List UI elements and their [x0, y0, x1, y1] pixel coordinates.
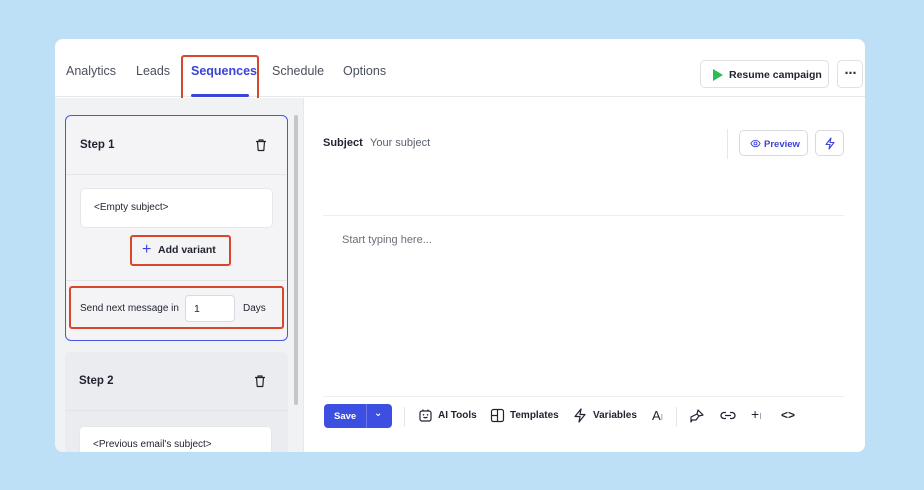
step-title: Step 1: [80, 139, 115, 151]
trash-icon[interactable]: [253, 374, 267, 388]
tab-bar: Analytics Leads Sequences Schedule Optio…: [55, 39, 865, 101]
tab-analytics[interactable]: Analytics: [66, 64, 116, 78]
tab-options[interactable]: Options: [343, 64, 386, 78]
editor-toolbar: Save ⌄ AI Tools Templates Variables A⁝ +…: [323, 396, 844, 452]
variant-subject[interactable]: <Previous email's subject>: [79, 426, 272, 452]
variables-icon[interactable]: [573, 408, 587, 423]
save-label: Save: [334, 411, 357, 422]
steps-scrollbar[interactable]: [294, 115, 298, 405]
tab-schedule[interactable]: Schedule: [272, 64, 324, 78]
bolt-icon: [825, 137, 835, 150]
lightning-button[interactable]: [815, 130, 844, 156]
more-options-button[interactable]: ⋯: [837, 60, 863, 88]
resume-campaign-label: Resume campaign: [729, 69, 822, 81]
divider: [65, 410, 288, 411]
ai-tools-button[interactable]: AI Tools: [438, 410, 477, 421]
email-body-input[interactable]: Start typing here...: [342, 234, 432, 246]
templates-button[interactable]: Templates: [510, 410, 559, 421]
highlight-sequences-tab: [181, 55, 259, 101]
campaign-card: Analytics Leads Sequences Schedule Optio…: [55, 39, 865, 452]
more-icon: ⋯: [844, 66, 857, 80]
font-size-icon[interactable]: A⁝: [652, 408, 663, 423]
ai-tools-icon[interactable]: [418, 408, 433, 423]
email-editor: Subject Your subject Preview Start typin…: [303, 98, 865, 452]
divider: [323, 215, 844, 216]
divider: [676, 407, 677, 426]
divider: [727, 129, 728, 159]
trash-icon[interactable]: [254, 138, 268, 152]
tab-leads[interactable]: Leads: [136, 64, 170, 78]
insert-icon[interactable]: +⁝: [751, 406, 762, 422]
eye-icon: [750, 139, 761, 148]
preview-button[interactable]: Preview: [739, 130, 808, 156]
resume-campaign-button[interactable]: Resume campaign: [700, 60, 829, 88]
highlight-add-variant: [130, 235, 231, 266]
subject-label: Subject: [323, 137, 363, 149]
step-title: Step 2: [79, 375, 114, 387]
templates-icon[interactable]: [490, 408, 505, 423]
variables-button[interactable]: Variables: [593, 410, 637, 421]
divider: [66, 280, 286, 281]
link-icon[interactable]: [720, 410, 736, 421]
code-icon[interactable]: <>: [781, 408, 795, 422]
step-card-1[interactable]: Step 1 <Empty subject> + Add variant Sen…: [65, 115, 288, 341]
brush-icon[interactable]: [689, 408, 705, 424]
highlight-send-next: [69, 286, 284, 329]
save-button[interactable]: Save ⌄: [324, 404, 392, 428]
preview-label: Preview: [764, 139, 800, 150]
chevron-down-icon[interactable]: ⌄: [374, 408, 382, 419]
divider: [366, 404, 367, 428]
divider: [404, 407, 405, 426]
steps-panel: Step 1 <Empty subject> + Add variant Sen…: [55, 98, 303, 452]
subject-input[interactable]: Your subject: [370, 137, 430, 149]
play-icon: [713, 69, 723, 81]
step-card-2[interactable]: Step 2 <Previous email's subject>: [65, 352, 288, 452]
variant-subject[interactable]: <Empty subject>: [80, 188, 273, 228]
divider: [66, 174, 286, 175]
